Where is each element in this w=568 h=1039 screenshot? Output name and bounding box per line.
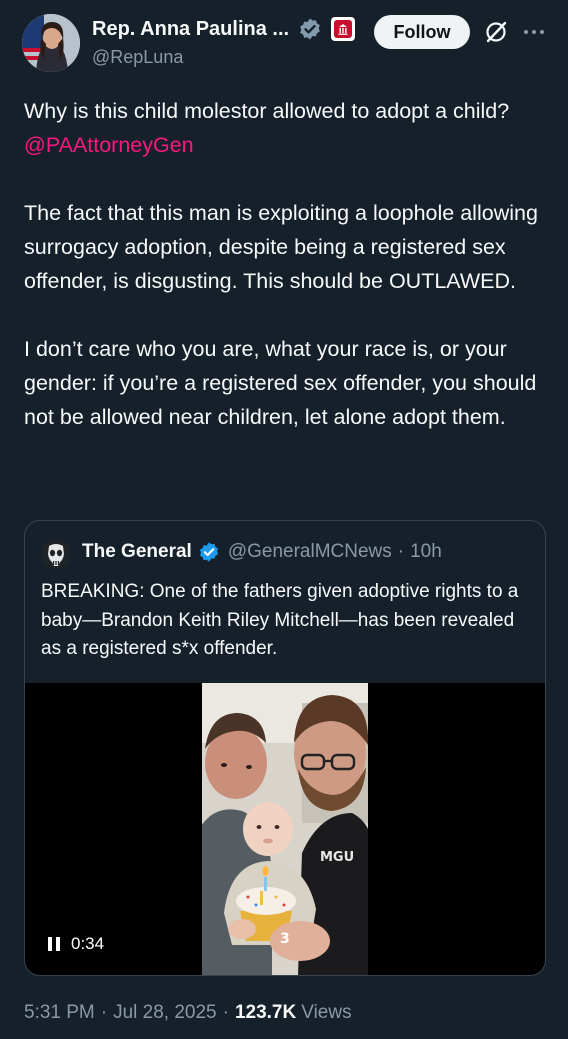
views-label: Views — [301, 1002, 352, 1023]
follow-button[interactable]: Follow — [374, 15, 470, 49]
author-handle[interactable]: @RepLuna — [92, 47, 183, 68]
video-duration: 0:34 — [71, 934, 105, 953]
more-horizontal-icon[interactable] — [522, 22, 546, 42]
video-frame: MGU 3 — [202, 683, 368, 975]
quote-header: The General @GeneralMCNews · 10h — [82, 541, 442, 563]
quote-separator: · — [397, 541, 405, 562]
quoted-tweet[interactable]: The General @GeneralMCNews · 10h BREAKIN… — [24, 520, 546, 976]
cupcake-number-text: 3 — [280, 931, 290, 947]
tweet-time[interactable]: 5:31 PM — [24, 1002, 95, 1024]
quote-author-avatar — [41, 539, 71, 569]
verified-badge-icon — [300, 18, 320, 40]
tweet-metadata: 5:31 PM · Jul 28, 2025 · 123.7K Views — [24, 1002, 352, 1024]
tweet-paragraph-2: The fact that this man is exploiting a l… — [24, 201, 538, 293]
quote-author-name: The General — [82, 541, 192, 562]
quote-timestamp: 10h — [410, 541, 442, 562]
quote-text: BREAKING: One of the fathers given adopt… — [41, 581, 519, 659]
video-player[interactable]: MGU 3 0:34 — [25, 683, 545, 975]
author-display-name[interactable]: Rep. Anna Paulina ... — [92, 18, 289, 41]
tweet-paragraph-3: I don’t care who you are, what your race… — [24, 337, 537, 429]
verified-badge-icon — [199, 542, 218, 562]
government-affiliation-icon — [331, 17, 356, 41]
meta-separator: · — [100, 1002, 108, 1023]
tweet-paragraph-1: Why is this child molestor allowed to ad… — [24, 94, 548, 162]
tweet-date[interactable]: Jul 28, 2025 — [113, 1002, 217, 1024]
tweet-line1-text: Why is this child molestor allowed to ad… — [24, 99, 510, 123]
quote-author-handle: @GeneralMCNews — [227, 541, 392, 562]
views-count: 123.7K — [234, 1002, 297, 1023]
video-controls: 0:34 — [47, 934, 104, 954]
pause-icon[interactable] — [47, 935, 63, 953]
grok-icon[interactable] — [484, 20, 508, 44]
meta-separator: · — [222, 1002, 229, 1023]
author-name-row: Rep. Anna Paulina ... — [92, 17, 356, 41]
shirt-logo-text: MGU — [320, 850, 354, 865]
tweet-body: Why is this child molestor allowed to ad… — [24, 94, 548, 434]
author-avatar[interactable] — [22, 14, 80, 72]
mention-link[interactable]: @PAAttorneyGen — [24, 133, 194, 157]
tweet-header: Rep. Anna Paulina ... @RepLuna Follow — [0, 0, 568, 86]
